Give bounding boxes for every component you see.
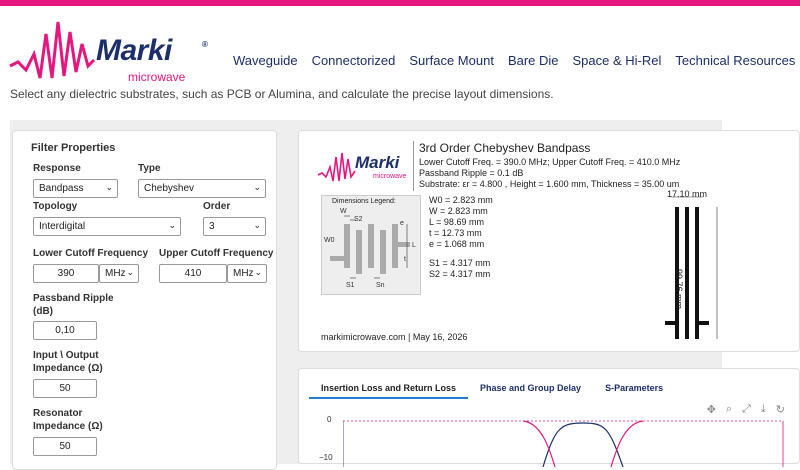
- layout-width-dimension: 17.10 mm: [667, 189, 708, 199]
- filter-properties-title: Filter Properties: [31, 142, 116, 154]
- nav-technical-resources[interactable]: Technical Resources: [675, 53, 795, 68]
- type-label: Type: [138, 163, 161, 174]
- chevron-down-icon: ⌄: [253, 220, 261, 230]
- diagram-logo-wordmark: Marki: [355, 153, 400, 172]
- reset-icon[interactable]: ↻: [776, 403, 785, 416]
- upper-cutoff-unit-select[interactable]: MHz ⌄: [227, 264, 267, 283]
- legend-label-e: e: [400, 220, 404, 227]
- dim-s2: S2 = 4.317 mm: [429, 269, 491, 279]
- order-select[interactable]: 3 ⌄: [203, 217, 266, 236]
- response-label: Response: [33, 163, 81, 174]
- nav-bare-die[interactable]: Bare Die: [508, 53, 559, 68]
- legend-label-l: L: [412, 242, 416, 249]
- io-impedance-input[interactable]: 50: [33, 379, 97, 398]
- topology-select[interactable]: Interdigital ⌄: [33, 217, 181, 236]
- chart-tabs: Insertion Loss and Return Loss Phase and…: [309, 379, 675, 399]
- diagram-footer: markimicrowave.com | May 16, 2026: [321, 332, 468, 342]
- io-impedance-label: Input \ Output: [33, 350, 99, 361]
- zoom-icon[interactable]: ⌕: [726, 403, 732, 416]
- resonator-impedance-label: Resonator: [33, 408, 83, 419]
- pan-icon[interactable]: ✥: [707, 403, 716, 416]
- site-header: Marki ® microwave Waveguide Connectorize…: [0, 6, 800, 84]
- insertion-loss-trace: [542, 422, 624, 467]
- legend-label-w: W: [340, 208, 347, 215]
- y-tick-0: 0: [327, 415, 332, 424]
- nav-connectorized[interactable]: Connectorized: [312, 53, 396, 68]
- layout-preview: [665, 196, 718, 339]
- legend-label-w0: W0: [324, 237, 335, 244]
- dim-w: W = 2.823 mm: [429, 206, 488, 216]
- legend-label-s1: S1: [346, 282, 355, 289]
- legend-label-s2: S2: [354, 216, 363, 223]
- nav-surface-mount[interactable]: Surface Mount: [409, 53, 494, 68]
- nav-space-hi-rel[interactable]: Space & Hi-Rel: [573, 53, 662, 68]
- passband-ripple-unit: (dB): [33, 306, 53, 317]
- logo-wordmark: Marki: [96, 34, 172, 67]
- dim-t: t = 12.73 mm: [429, 228, 482, 238]
- chart-toolbar: ✥ ⌕ ⤢ ⤓ ↻: [707, 403, 785, 416]
- legend-label-t: t: [404, 256, 406, 263]
- tab-s-parameters[interactable]: S-Parameters: [593, 379, 675, 399]
- diagram-ripple-line: Passband Ripple = 0.1 dB: [419, 168, 524, 178]
- diagram-substrate-line: Substrate: εr = 4.800 , Height = 1.600 m…: [419, 179, 680, 189]
- legend-schematic: [330, 215, 410, 279]
- marki-logo[interactable]: Marki ® microwave: [8, 14, 208, 84]
- autoscale-icon[interactable]: ⤢: [742, 403, 751, 416]
- diagram-logo-subtitle: microwave: [373, 173, 407, 180]
- logo-registered: ®: [202, 40, 208, 49]
- chevron-down-icon: ⌄: [105, 182, 113, 192]
- lower-cutoff-input[interactable]: 390: [33, 264, 99, 283]
- response-plot: [343, 420, 784, 467]
- diagram-header-divider: [413, 141, 414, 191]
- topology-label: Topology: [33, 201, 78, 212]
- order-label: Order: [203, 201, 231, 212]
- dim-w0: W0 = 2.823 mm: [429, 195, 493, 205]
- passband-ripple-input[interactable]: 0,10: [33, 321, 97, 340]
- upper-cutoff-label: Upper Cutoff Frequency: [159, 248, 274, 259]
- dim-s1: S1 = 4.317 mm: [429, 258, 491, 268]
- layout-diagram-panel: Marki microwave 3rd Order Chebyshev Band…: [298, 130, 800, 352]
- resonator-impedance-input[interactable]: 50: [33, 437, 97, 456]
- diagram-cutoff-line: Lower Cutoff Freq. = 390.0 MHz; Upper Cu…: [419, 157, 681, 167]
- passband-ripple-label: Passband Ripple: [33, 293, 114, 304]
- nav-waveguide[interactable]: Waveguide: [233, 53, 298, 68]
- dim-e: e = 1.068 mm: [429, 239, 485, 249]
- return-loss-trace: [522, 420, 644, 467]
- io-impedance-unit: Impedance (Ω): [33, 363, 103, 374]
- upper-cutoff-input[interactable]: 410: [159, 264, 227, 283]
- resonator-impedance-unit: Impedance (Ω): [33, 421, 103, 432]
- chevron-down-icon: ⌄: [254, 267, 262, 277]
- intro-text: Select any dielectric substrates, such a…: [10, 78, 790, 112]
- layout-height-dimension: 99.76 mm: [674, 269, 684, 310]
- lower-cutoff-label: Lower Cutoff Frequency: [33, 248, 149, 259]
- response-select[interactable]: Bandpass ⌄: [33, 179, 118, 198]
- logo-wave-icon: [9, 21, 96, 79]
- logo-wave-icon: [317, 152, 356, 182]
- filter-properties-panel: Filter Properties Response Bandpass ⌄ Typ…: [12, 130, 277, 470]
- chevron-down-icon: ⌄: [168, 220, 176, 230]
- chevron-down-icon: ⌄: [126, 267, 134, 277]
- legend-label-sn: Sn: [376, 282, 385, 289]
- intro-line: Select any dielectric substrates, such a…: [10, 87, 554, 101]
- tab-phase-group-delay[interactable]: Phase and Group Delay: [468, 379, 593, 399]
- tab-insertion-return-loss[interactable]: Insertion Loss and Return Loss: [309, 379, 469, 399]
- intro-clipped-line: [10, 78, 790, 86]
- y-tick-minus-10: −10: [319, 453, 333, 462]
- main-nav: Waveguide Connectorized Surface Mount Ba…: [233, 53, 795, 68]
- chevron-down-icon: ⌄: [253, 182, 261, 192]
- lower-cutoff-unit-select[interactable]: MHz ⌄: [99, 264, 139, 283]
- diagram-logo: Marki microwave: [317, 143, 417, 193]
- diagram-title: 3rd Order Chebyshev Bandpass: [419, 141, 591, 155]
- dim-l: L = 98.69 mm: [429, 217, 484, 227]
- download-icon[interactable]: ⤓: [761, 403, 766, 416]
- dimensions-legend-figure: Dimensions Legend: W S2 W0 e L t S1 Sn: [321, 195, 421, 295]
- type-select[interactable]: Chebyshev ⌄: [138, 179, 266, 198]
- response-chart-panel: Insertion Loss and Return Loss Phase and…: [298, 368, 800, 467]
